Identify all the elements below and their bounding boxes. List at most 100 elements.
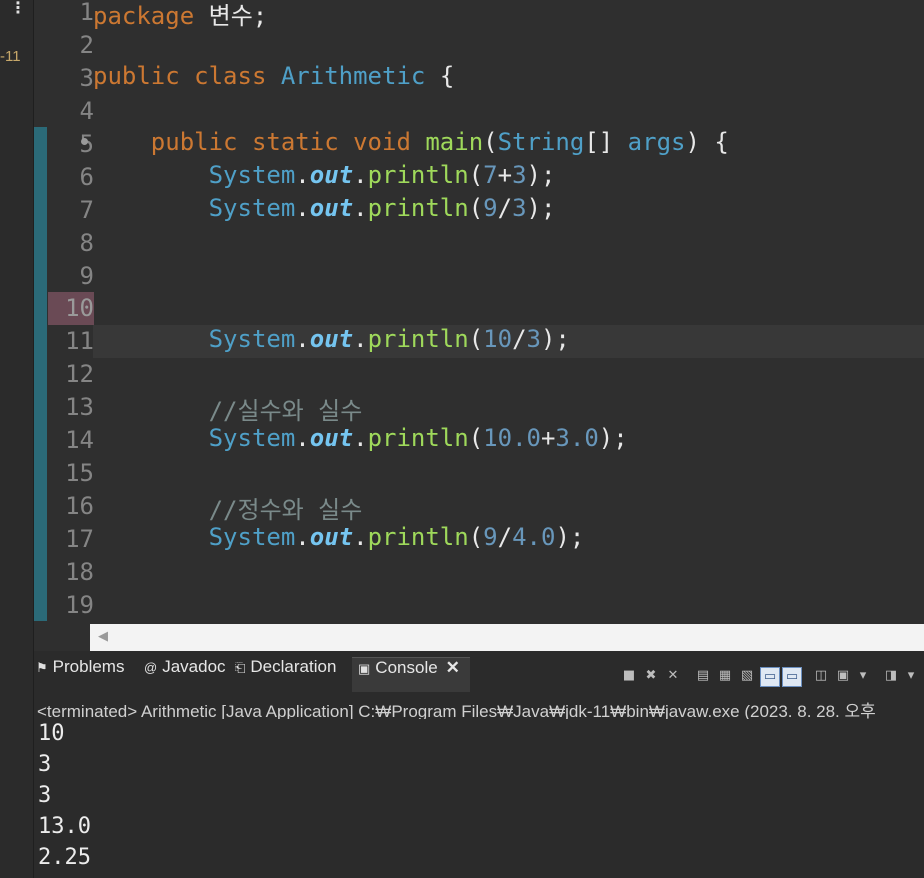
package-name: 변수 [208, 2, 253, 30]
scroll-lock-icon[interactable]: ▦ [716, 667, 734, 685]
method-name: println [367, 325, 469, 353]
keyword: public [150, 128, 238, 156]
punctuation: ; [252, 2, 268, 30]
punctuation: ( [468, 325, 484, 353]
code-line-6: System.out.println(7+3); [93, 161, 556, 194]
chevron-down-icon[interactable]: ▾ [902, 667, 920, 685]
truncated-label: -11 [0, 48, 21, 65]
line-number-highlighted: 10 [48, 292, 94, 325]
tab-declaration[interactable]: ⎗ Declaration [235, 657, 336, 691]
horizontal-scrollbar[interactable]: ◀ [90, 624, 924, 651]
punctuation: ( [468, 523, 484, 551]
code-editor[interactable]: 1 2 3 4 5 6 7 8 9 10 11 12 13 14 15 16 1… [34, 0, 924, 624]
output-line: 3 [38, 783, 52, 808]
show-on-stderr-icon[interactable]: ▭ [782, 667, 802, 687]
clear-console-icon[interactable]: ▤ [694, 667, 712, 685]
method-name: println [367, 161, 469, 189]
remove-launch-icon[interactable]: ✖ [642, 667, 660, 685]
number-literal: 4.0 [512, 523, 556, 551]
class-name: Arithmetic [280, 62, 426, 90]
number-literal: 9 [483, 523, 498, 551]
line-number: 19 [65, 591, 94, 619]
field-name: out [309, 523, 354, 551]
punctuation: . [295, 424, 310, 452]
show-on-stdout-icon[interactable]: ▭ [760, 667, 780, 687]
chevron-down-icon[interactable]: ▾ [854, 667, 872, 685]
close-tab-icon[interactable]: ✕ [446, 658, 460, 677]
punctuation: ( [468, 424, 484, 452]
punctuation: . [295, 325, 310, 353]
number-literal: 10 [483, 325, 513, 353]
number-literal: 7 [483, 161, 498, 189]
terminate-icon[interactable]: ■ [620, 667, 638, 685]
tab-problems[interactable]: ⚑ Problems [36, 657, 124, 691]
code-line-3: public class Arithmetic { [93, 62, 454, 95]
line-number: 9 [79, 262, 94, 290]
number-literal: 3 [512, 194, 527, 222]
type-name: System [208, 194, 296, 222]
output-line: 13.0 [38, 814, 91, 839]
punctuation: ); [540, 325, 570, 353]
bottom-panel: ⚑ Problems @ Javadoc ⎗ Declaration ▣ Console… [34, 651, 924, 878]
parameter-name: args [627, 128, 686, 156]
line-number: 6 [79, 163, 94, 191]
type-name: System [208, 523, 296, 551]
punctuation: ) [685, 128, 700, 156]
fold-marker-icon[interactable] [81, 138, 88, 145]
punctuation: ); [555, 523, 585, 551]
view-menu-icon[interactable]: ⋮ [10, 0, 26, 17]
output-line: 2.25 [38, 845, 91, 870]
field-name: out [309, 325, 354, 353]
keyword: package [93, 2, 195, 30]
code-line-5: public static void main(String[] args) { [93, 128, 729, 161]
code-line-14: System.out.println(10.0+3.0); [93, 424, 628, 457]
punctuation: . [353, 523, 368, 551]
code-line-16: //정수와 실수 [93, 490, 363, 524]
method-name: println [367, 523, 469, 551]
tab-javadoc[interactable]: @ Javadoc [144, 657, 226, 691]
operator: + [497, 161, 513, 189]
scroll-left-icon[interactable]: ◀ [98, 629, 108, 644]
tab-console[interactable]: ▣ Console ✕ [352, 657, 470, 692]
punctuation: ); [598, 424, 628, 452]
code-line-17: System.out.println(9/4.0); [93, 523, 585, 556]
method-name: println [367, 194, 469, 222]
code-line-13: //실수와 실수 [93, 391, 363, 425]
keyword: static [251, 128, 339, 156]
pin-console-icon[interactable]: ◫ [812, 667, 830, 685]
keyword: class [194, 62, 267, 90]
new-console-icon[interactable]: ◨ [882, 667, 900, 685]
comment: //정수와 실수 [208, 496, 363, 524]
code-line-11: System.out.println(10/3); [93, 325, 570, 358]
punctuation: [] [584, 128, 614, 156]
tab-label: Console [375, 658, 438, 677]
remove-all-terminated-icon[interactable]: ✕ [664, 667, 682, 685]
punctuation: . [295, 161, 310, 189]
comment: //실수와 실수 [208, 397, 363, 425]
problems-icon: ⚑ [36, 660, 48, 675]
punctuation: ( [468, 194, 484, 222]
line-number: 7 [79, 196, 94, 224]
line-number: 4 [79, 97, 94, 125]
punctuation: ( [468, 161, 484, 189]
output-line: 10 [38, 721, 65, 746]
line-number: 13 [65, 393, 94, 421]
display-console-icon[interactable]: ▣ [834, 667, 852, 685]
tab-label: Problems [52, 657, 125, 676]
line-number: 12 [65, 360, 94, 388]
line-number: 2 [79, 31, 94, 59]
punctuation: { [714, 128, 729, 156]
change-indicator-bar [34, 127, 47, 621]
line-number: 17 [65, 525, 94, 553]
number-literal: 10.0 [483, 424, 541, 452]
line-number: 16 [65, 492, 94, 520]
line-number: 5 [48, 128, 94, 161]
line-number: 11 [65, 327, 94, 355]
console-output[interactable]: 10 3 3 13.0 2.25 [38, 721, 91, 876]
number-literal: 9 [483, 194, 498, 222]
punctuation: . [353, 424, 368, 452]
operator: / [497, 523, 513, 551]
word-wrap-icon[interactable]: ▧ [738, 667, 756, 685]
punctuation: . [353, 161, 368, 189]
line-number: 3 [79, 64, 94, 92]
